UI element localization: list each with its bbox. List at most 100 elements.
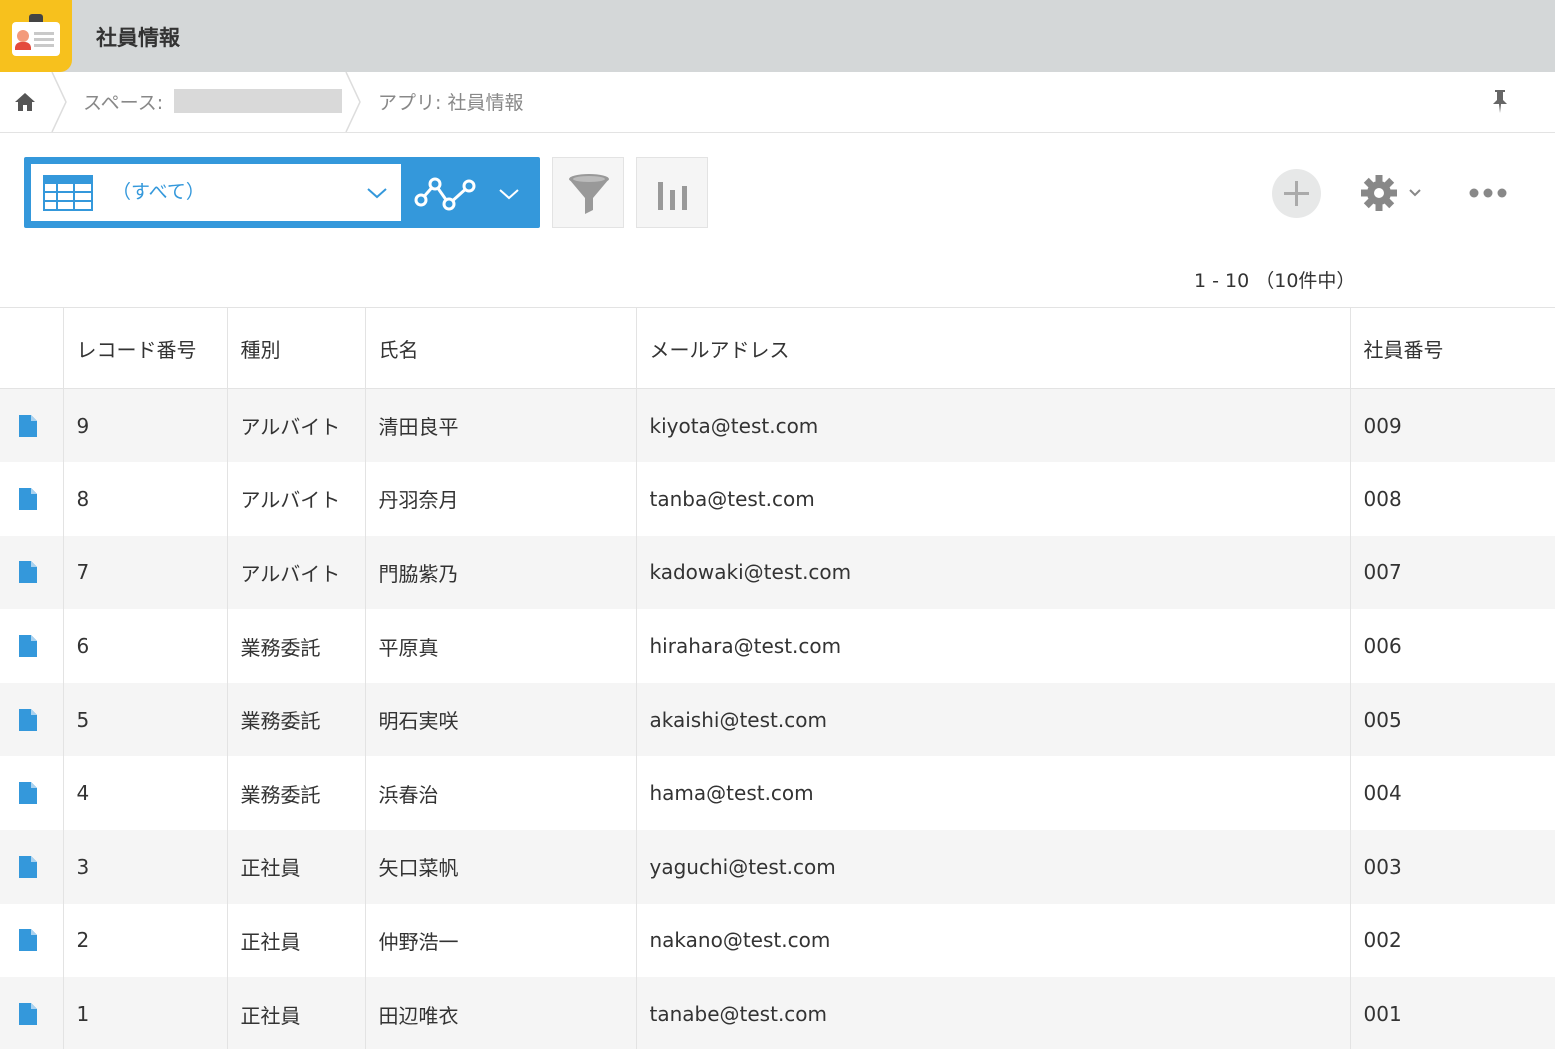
record-number-cell: 7 [62,535,227,610]
table-row[interactable]: 7 アルバイト 門脇紫乃 kadowaki@test.com 007 [0,535,1555,610]
email-cell: hama@test.com [635,756,1350,831]
name-cell: 門脇紫乃 [364,535,636,610]
name-cell: 矢口菜帆 [364,830,636,904]
home-icon[interactable] [14,91,36,113]
pagination-info: 1 - 10 （10件中） [1194,270,1356,292]
document-icon[interactable] [18,487,38,511]
email-cell: hirahara@test.com [635,609,1350,683]
header-name[interactable]: 氏名 [364,307,636,389]
record-detail-cell[interactable] [0,756,63,830]
employee-number-cell: 008 [1349,462,1555,536]
breadcrumb-space-name-redacted [174,89,342,113]
graph-icon[interactable] [413,172,477,214]
table-icon [43,175,93,211]
plus-icon [1284,181,1309,206]
view-selector-label[interactable]: （すべて） [112,177,205,204]
filter-button[interactable] [552,157,624,228]
header-type[interactable]: 種別 [226,307,365,389]
record-number-cell: 2 [62,903,227,978]
employee-number-cell: 006 [1349,609,1555,683]
app-header: 社員情報 [0,0,1555,72]
table-header-row: レコード番号 種別 氏名 メールアドレス 社員番号 [0,307,1555,389]
name-cell: 浜春治 [364,756,636,831]
type-cell: 正社員 [226,903,365,978]
employee-number-cell: 002 [1349,903,1555,978]
type-cell: アルバイト [226,535,365,610]
breadcrumb-separator-icon [51,72,67,132]
app-icon[interactable] [0,0,72,72]
document-icon[interactable] [18,634,38,658]
document-icon[interactable] [18,560,38,584]
document-icon[interactable] [18,781,38,805]
app-title: 社員情報 [96,26,180,50]
record-number-cell: 4 [62,756,227,831]
record-number-cell: 8 [62,462,227,536]
email-cell: tanabe@test.com [635,977,1350,1049]
type-cell: 業務委託 [226,682,365,757]
email-cell: akaishi@test.com [635,682,1350,757]
pin-icon[interactable] [1490,88,1510,114]
type-cell: 業務委託 [226,756,365,831]
breadcrumb-app[interactable]: アプリ: 社員情報 [378,88,523,115]
document-icon[interactable] [18,414,38,438]
record-detail-cell[interactable] [0,609,63,683]
document-icon[interactable] [18,1002,38,1026]
record-detail-cell[interactable] [0,904,63,978]
name-cell: 田辺唯衣 [364,977,636,1049]
document-icon[interactable] [18,855,38,879]
employee-number-cell: 009 [1349,388,1555,463]
record-number-cell: 9 [62,388,227,463]
table-row[interactable]: 8 アルバイト 丹羽奈月 tanba@test.com 008 [0,462,1555,536]
bar-chart-icon [658,182,687,210]
record-number-cell: 5 [62,682,227,757]
chevron-down-icon[interactable] [498,187,520,201]
chevron-down-icon[interactable] [366,186,388,200]
name-cell: 平原真 [364,609,636,683]
record-detail-cell[interactable] [0,683,63,757]
table-row[interactable]: 9 アルバイト 清田良平 kiyota@test.com 009 [0,388,1555,463]
table-row[interactable]: 3 正社員 矢口菜帆 yaguchi@test.com 003 [0,830,1555,904]
breadcrumb-space[interactable]: スペース: [83,88,163,115]
name-cell: 丹羽奈月 [364,462,636,536]
record-detail-cell[interactable] [0,977,63,1049]
table-row[interactable]: 1 正社員 田辺唯衣 tanabe@test.com 001 [0,977,1555,1049]
record-list-table: レコード番号 種別 氏名 メールアドレス 社員番号 9 アルバイト 清田良平 kiyo… [0,307,1555,1049]
breadcrumb-separator-icon [345,72,361,132]
type-cell: 正社員 [226,977,365,1049]
record-number-cell: 6 [62,609,227,683]
table-row[interactable]: 2 正社員 仲野浩一 nakano@test.com 002 [0,903,1555,978]
more-icon[interactable] [1466,180,1510,206]
name-cell: 明石実咲 [364,682,636,757]
record-detail-cell[interactable] [0,536,63,610]
name-cell: 清田良平 [364,388,636,463]
record-number-cell: 3 [62,830,227,904]
document-icon[interactable] [18,708,38,732]
email-cell: yaguchi@test.com [635,830,1350,904]
graph-button[interactable] [636,157,708,228]
header-record-number[interactable]: レコード番号 [62,307,227,389]
type-cell: アルバイト [226,388,365,463]
header-employee-number[interactable]: 社員番号 [1349,307,1555,389]
email-cell: kadowaki@test.com [635,535,1350,610]
email-cell: nakano@test.com [635,903,1350,978]
record-detail-cell[interactable] [0,462,63,536]
employee-number-cell: 007 [1349,535,1555,610]
employee-number-cell: 003 [1349,830,1555,904]
employee-number-cell: 004 [1349,756,1555,831]
record-detail-cell[interactable] [0,830,63,904]
table-row[interactable]: 5 業務委託 明石実咲 akaishi@test.com 005 [0,682,1555,757]
table-row[interactable]: 6 業務委託 平原真 hirahara@test.com 006 [0,609,1555,683]
table-row[interactable]: 4 業務委託 浜春治 hama@test.com 004 [0,756,1555,831]
record-number-cell: 1 [62,977,227,1049]
gear-icon[interactable] [1356,170,1428,216]
employee-number-cell: 005 [1349,682,1555,757]
employee-number-cell: 001 [1349,977,1555,1049]
header-email[interactable]: メールアドレス [635,307,1350,389]
filter-icon [569,174,609,214]
add-record-button[interactable] [1272,169,1321,218]
document-icon[interactable] [18,928,38,952]
name-cell: 仲野浩一 [364,903,636,978]
record-detail-cell[interactable] [0,389,63,463]
type-cell: アルバイト [226,462,365,536]
email-cell: kiyota@test.com [635,388,1350,463]
